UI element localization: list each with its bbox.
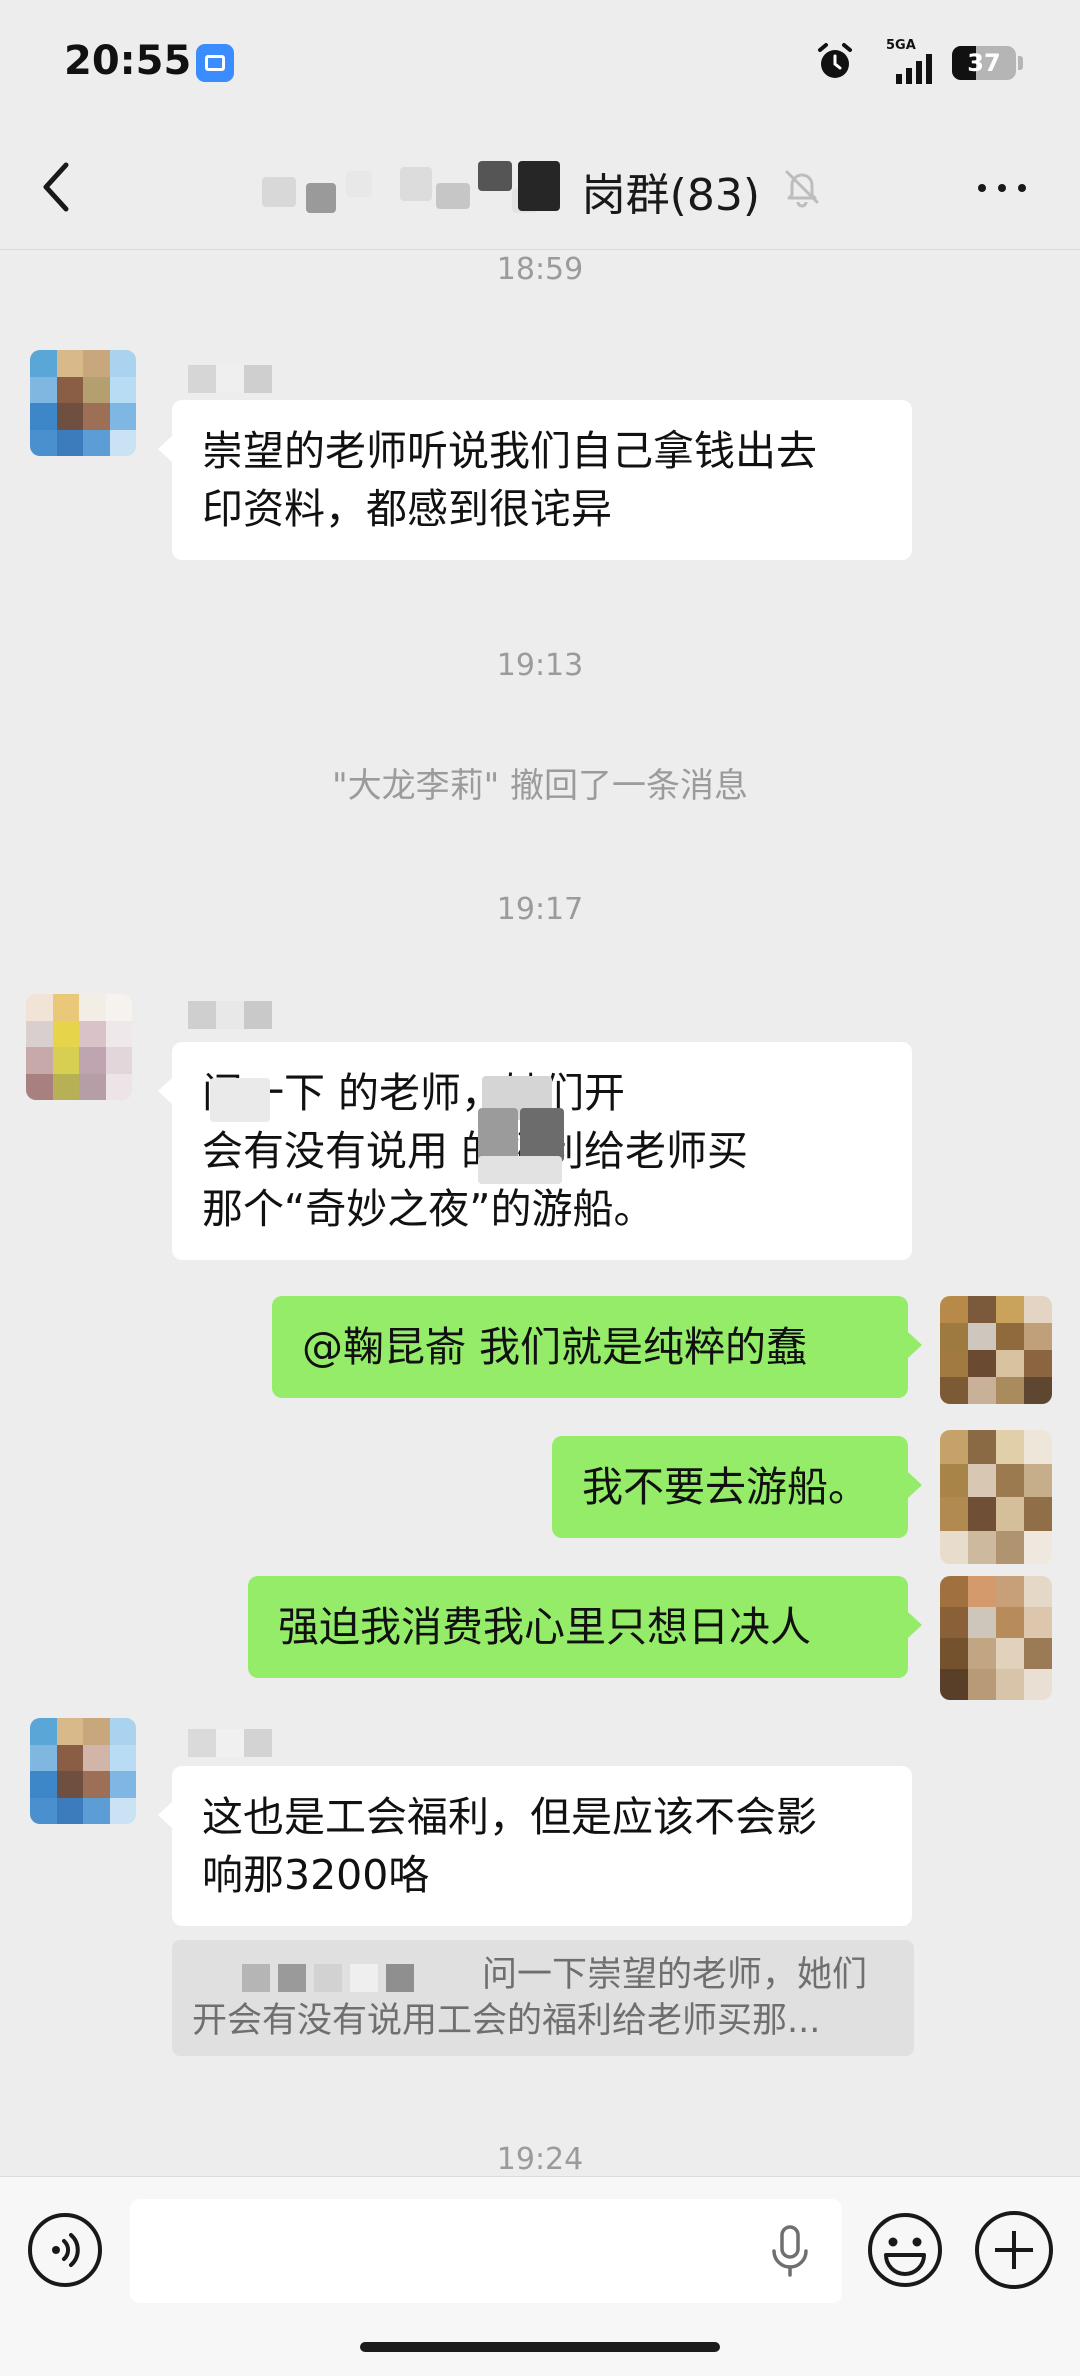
timestamp: 19:24 bbox=[496, 2142, 584, 2177]
timestamp: 18:59 bbox=[496, 252, 584, 287]
battery-icon: 37 bbox=[952, 46, 1016, 80]
title-redacted-block bbox=[306, 183, 336, 213]
status-time: 20:55 bbox=[64, 38, 192, 84]
emoji-icon[interactable] bbox=[866, 2211, 944, 2289]
bell-off-icon bbox=[785, 170, 819, 208]
battery-cap bbox=[1018, 56, 1023, 70]
chat-title-text: 岗群(83) bbox=[581, 170, 760, 221]
redacted-block bbox=[520, 1108, 564, 1162]
chevron-left-icon[interactable] bbox=[36, 155, 76, 219]
title-redacted-block bbox=[262, 177, 296, 207]
timestamp: 19:17 bbox=[496, 892, 584, 927]
message-input[interactable] bbox=[130, 2199, 842, 2303]
avatar[interactable] bbox=[940, 1296, 1052, 1404]
title-redacted-block bbox=[478, 161, 512, 191]
redacted-block bbox=[478, 1108, 518, 1162]
recall-notice: "大龙李莉" 撤回了一条消息 bbox=[331, 766, 749, 806]
message-bubble-incoming[interactable]: 崇望的老师听说我们自己拿钱出去 印资料，都感到很诧异 bbox=[158, 400, 912, 560]
status-bar: 20:55 5GA 37 bbox=[0, 0, 1080, 125]
chat-header: 岗群(83) bbox=[0, 125, 1080, 250]
plus-circle-icon[interactable] bbox=[975, 2211, 1053, 2289]
title-redacted-block bbox=[346, 171, 372, 197]
avatar[interactable] bbox=[940, 1576, 1052, 1700]
avatar[interactable] bbox=[30, 1718, 136, 1824]
signal-icon: 5GA bbox=[886, 38, 936, 84]
voice-icon[interactable] bbox=[28, 2213, 102, 2287]
quote-sender-redacted bbox=[242, 1964, 462, 2000]
battery-text: 37 bbox=[967, 49, 1001, 77]
avatar[interactable] bbox=[26, 994, 132, 1100]
avatar[interactable] bbox=[940, 1430, 1052, 1564]
notification-app-icon bbox=[196, 44, 234, 82]
message-bubble-outgoing[interactable]: @鞠昆嵛 我们就是纯粹的蠢 bbox=[272, 1296, 922, 1398]
alarm-icon bbox=[818, 43, 852, 78]
network-label: 5GA bbox=[886, 38, 916, 53]
quote-line: 开会有没有说用工会的福利给老师买那... bbox=[192, 2001, 821, 2041]
microphone-icon[interactable] bbox=[766, 2223, 814, 2279]
sender-name-redacted bbox=[188, 360, 272, 398]
message-bubble-outgoing[interactable]: 强迫我消费我心里只想日决人 bbox=[248, 1576, 922, 1678]
sender-name-redacted bbox=[188, 996, 272, 1034]
title-redacted-block bbox=[400, 167, 432, 201]
title-redacted-block bbox=[436, 183, 470, 209]
home-indicator[interactable] bbox=[360, 2342, 720, 2352]
title-redacted-block bbox=[518, 161, 560, 211]
avatar[interactable] bbox=[30, 350, 136, 456]
redacted-block bbox=[210, 1078, 270, 1122]
sender-name-redacted bbox=[188, 1724, 272, 1762]
more-horizontal-icon[interactable] bbox=[970, 165, 1034, 209]
chat-title[interactable]: 岗群(83) bbox=[250, 153, 770, 223]
quoted-message[interactable]: 问一下崇望的老师，她们 开会有没有说用工会的福利给老师买那... bbox=[172, 1940, 914, 2056]
message-bubble-incoming[interactable]: 这也是工会福利，但是应该不会影 响那3200咯 bbox=[158, 1766, 912, 1926]
message-bubble-outgoing[interactable]: 我不要去游船。 bbox=[552, 1436, 922, 1538]
timestamp: 19:13 bbox=[496, 648, 584, 683]
redacted-block bbox=[478, 1156, 562, 1184]
